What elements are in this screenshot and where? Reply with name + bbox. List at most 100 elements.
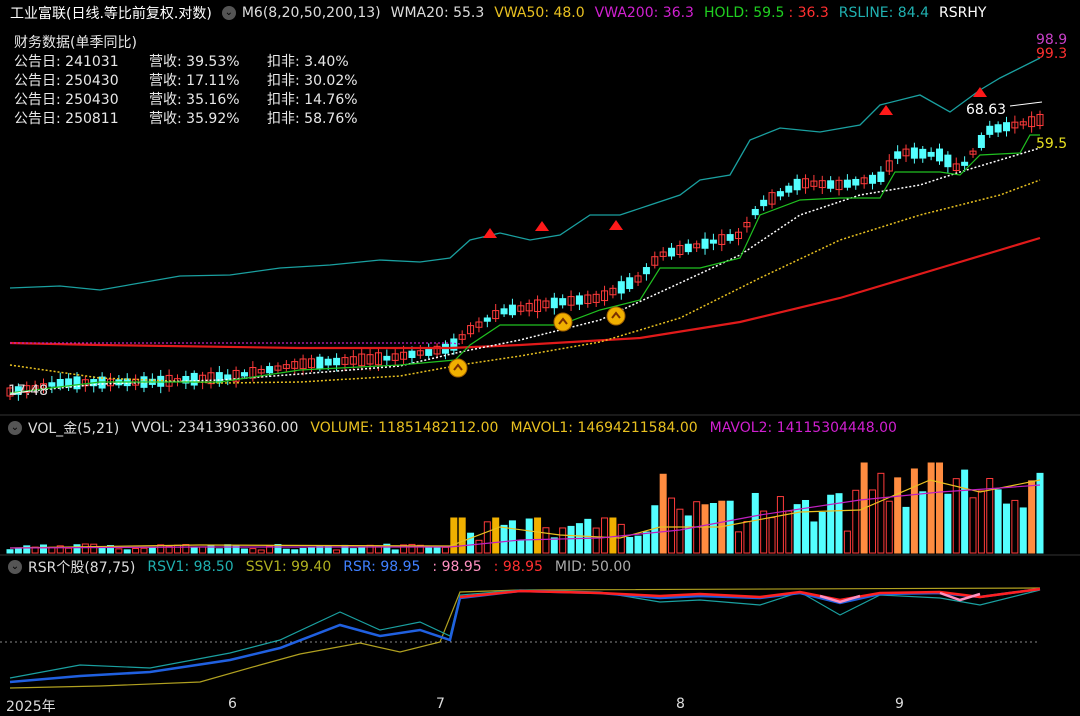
volume-bar (818, 511, 826, 554)
volume-bar (132, 547, 140, 554)
candle-body (626, 277, 634, 290)
volume-bar (425, 546, 433, 554)
volume-bar (1019, 507, 1027, 554)
candle-body (977, 134, 985, 148)
x-label: 2025年 (6, 699, 56, 715)
volume-bar (726, 500, 734, 554)
candle-body (726, 234, 734, 241)
volume-bar (23, 545, 31, 554)
candle-body (333, 357, 341, 366)
price-chart[interactable] (0, 26, 1080, 416)
volume-bar (550, 537, 558, 554)
candle-body (190, 372, 198, 386)
volume-bar (609, 517, 617, 554)
candle-body (936, 148, 944, 162)
candle-body (500, 308, 508, 315)
m6-indicator[interactable]: M6(8,20,50,200,13) (242, 5, 381, 21)
volume-bar (768, 517, 776, 554)
volume-bar (98, 547, 106, 554)
rsr-line (9, 587, 1041, 684)
sell-signal-icon (973, 87, 987, 97)
volume-bar (709, 503, 717, 554)
vol-indicator-name[interactable]: VOL_金(5,21) (28, 418, 119, 438)
candle-body (785, 185, 793, 193)
volume-bar (1028, 480, 1036, 554)
mavol2-line (9, 484, 1041, 549)
volume-bar (90, 543, 98, 554)
volume-bar (902, 506, 910, 554)
volume-bar (140, 547, 148, 554)
volume-bar (81, 543, 89, 554)
vwa200-line (9, 236, 1041, 350)
candle-body (852, 178, 860, 186)
volume-bar (123, 549, 131, 554)
candle-body (961, 161, 969, 166)
volume-bar (634, 535, 642, 554)
wma20-value: WMA20: 55.3 (390, 5, 485, 21)
candle-body (508, 304, 516, 316)
rsv1-value: RSV1: 98.50 (147, 559, 234, 575)
volume-bar (659, 473, 667, 554)
rsrhy-value: RSRHY (938, 5, 987, 21)
volume-bar (358, 546, 366, 554)
vwa50-line (9, 179, 1041, 384)
rsr-indicator-name[interactable]: RSR个股(87,75) (28, 557, 135, 577)
vvol-value: VVOL: 23413903360.00 (131, 420, 299, 436)
rsr-settings-icon[interactable]: ⌄ (8, 560, 22, 574)
candle-body (1003, 122, 1011, 132)
rsr-chart[interactable] (0, 580, 1080, 694)
volume-bar (458, 517, 466, 554)
volume-bar (1011, 499, 1019, 554)
candle-body (316, 356, 324, 369)
volume-bar (173, 544, 181, 554)
volume-bar (475, 539, 483, 554)
x-axis: 2025年 6 7 8 9 (0, 694, 1080, 716)
candle-body (944, 154, 952, 168)
volume-bar (307, 547, 315, 554)
volume-bar (843, 530, 851, 554)
price-label-hold: 59.5 (1036, 136, 1068, 152)
volume-bar (626, 537, 634, 554)
price-label-top2: 99.3 (1036, 46, 1068, 62)
volume-bar (952, 478, 960, 554)
volume-bar (73, 544, 81, 554)
volume-chart[interactable] (0, 440, 1080, 556)
candle-body (56, 378, 64, 387)
volume-bar (483, 521, 491, 554)
volume-bar (291, 549, 299, 554)
rsr-red-value: : 98.95 (493, 559, 543, 575)
ssv1-line (9, 587, 1041, 689)
rsr-value: RSR: 98.95 (343, 559, 421, 575)
volume-bar (333, 549, 341, 554)
volume-bar (936, 462, 944, 554)
x-label: 6 (228, 696, 237, 712)
volume-bar (969, 497, 977, 554)
price-label-low: 17.48 (8, 383, 49, 399)
volume-bar (6, 549, 14, 554)
volume-bar (852, 489, 860, 554)
buy-signal-icon (553, 312, 573, 332)
candle-body (843, 179, 851, 188)
volume-bar (559, 527, 567, 554)
price-label-high: 68.63 (966, 102, 1007, 118)
volume-bar (735, 531, 743, 554)
stock-title[interactable]: 工业富联(日线.等比前复权.对数) (10, 3, 212, 23)
volume-bar (919, 491, 927, 554)
wma20-line (9, 147, 1041, 394)
candle-body (240, 372, 248, 377)
settings-circle-icon[interactable]: ⌄ (221, 6, 236, 20)
candle-body (760, 199, 768, 207)
candle-body (642, 267, 650, 275)
volume-value: VOLUME: 11851482112.00 (310, 420, 499, 436)
volume-bar (592, 527, 600, 554)
candle-body (48, 382, 56, 387)
candle-body (793, 178, 801, 191)
volume-bar (349, 548, 357, 554)
volume-bar (534, 517, 542, 554)
volume-settings-icon[interactable]: ⌄ (8, 421, 22, 435)
volume-bar (760, 510, 768, 554)
candle-body (877, 171, 885, 182)
candle-body (483, 317, 491, 322)
volume-bar (199, 546, 207, 554)
candle-body (776, 191, 784, 197)
